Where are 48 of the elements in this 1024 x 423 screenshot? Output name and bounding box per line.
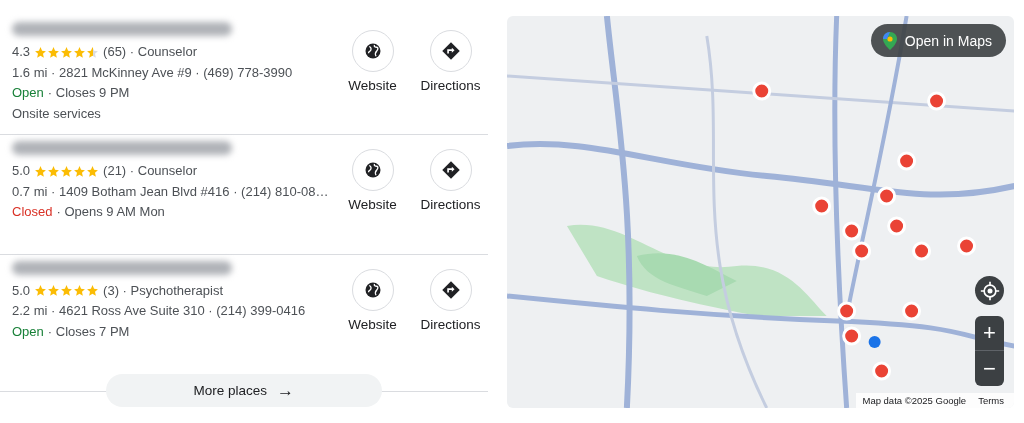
rating-value: 5.0 <box>12 162 31 181</box>
star-icon <box>47 284 61 298</box>
star-icon <box>47 165 61 179</box>
open-in-maps-button[interactable]: Open in Maps <box>870 24 1006 57</box>
rating-value: 4.3 <box>12 43 31 61</box>
directions-button[interactable]: Directions <box>413 149 488 218</box>
directions-icon <box>440 160 461 181</box>
more-places-button[interactable]: More places → <box>105 374 382 407</box>
website-button[interactable]: Website <box>335 268 410 337</box>
review-count-and-category: (65) · Counselor <box>103 43 197 61</box>
place-details: 2.2 mi · 4621 Ross Ave Suite 310 · (214) 399-0416 <box>12 302 306 321</box>
star-icon <box>86 284 100 298</box>
star-icon <box>86 45 100 59</box>
terms-link[interactable]: Terms <box>978 395 1004 406</box>
directions-icon <box>440 279 461 300</box>
star-icon <box>34 165 48 179</box>
review-count-and-category: (3) · Psychotherapist <box>103 281 223 300</box>
open-status: Open <box>12 84 44 102</box>
star-icon <box>86 165 100 179</box>
star-icon <box>47 45 61 59</box>
zoom-out-button[interactable]: − <box>975 351 1004 386</box>
open-status: Closed <box>12 203 53 222</box>
star-icon <box>73 45 87 59</box>
website-button[interactable]: Website <box>335 149 410 218</box>
star-icon <box>73 165 87 179</box>
star-icon <box>60 165 74 179</box>
zoom-in-button[interactable]: + <box>975 316 1004 351</box>
location-target-icon <box>979 280 1000 301</box>
place-details: 0.7 mi · 1409 Botham Jean Blvd #416 · (214) 810-08… <box>12 182 329 201</box>
open-status: Open <box>12 322 44 341</box>
service-note: Onsite services <box>12 104 102 123</box>
review-count-and-category: (21) · Counselor <box>103 162 197 181</box>
directions-button[interactable]: Directions <box>413 268 488 337</box>
map-pin-icon <box>882 31 897 50</box>
star-icon <box>60 45 74 59</box>
map-attribution: Map data ©2025 Google <box>862 395 967 406</box>
rating-value: 5.0 <box>12 281 31 300</box>
star-icon <box>60 284 74 298</box>
star-icon <box>34 284 48 298</box>
star-icon <box>73 284 87 298</box>
opening-hours: · Closes 9 PM <box>47 84 130 102</box>
directions-button[interactable]: Directions <box>413 30 488 98</box>
place-details: 1.6 mi · 2821 McKinney Ave #9 · (469) 778-3990 <box>12 63 293 82</box>
star-icon <box>34 45 48 59</box>
website-button[interactable]: Website <box>335 30 410 98</box>
directions-icon <box>440 41 461 61</box>
opening-hours: · Opens 9 AM Mon <box>56 203 165 222</box>
opening-hours: · Closes 7 PM <box>47 322 130 341</box>
